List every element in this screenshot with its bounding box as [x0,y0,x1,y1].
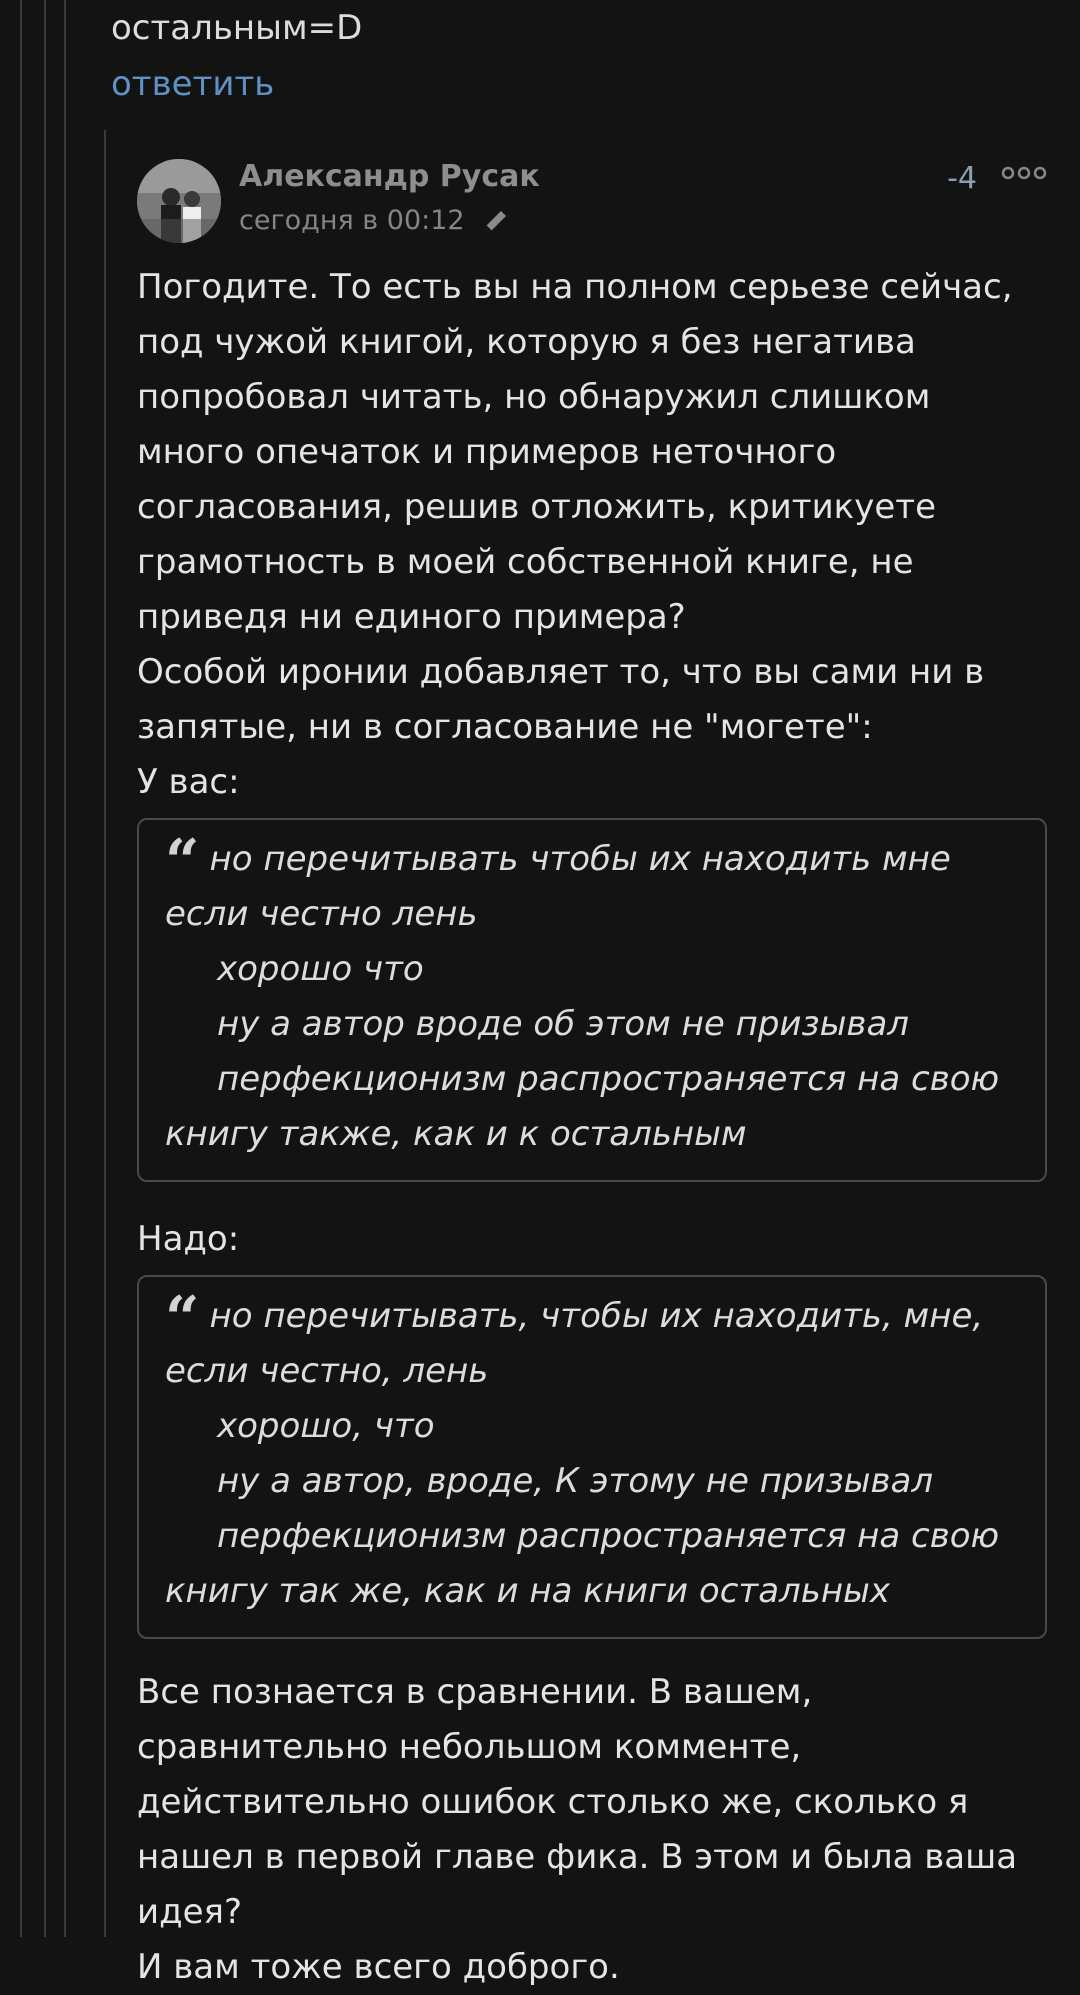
pencil-icon [481,206,511,236]
label-should-be: Надо: [137,1219,240,1259]
author-name[interactable]: Александр Русак [239,159,540,194]
thread-line-1 [20,0,22,1937]
thread-line-2 [44,0,46,1937]
avatar-image [137,159,221,243]
user-avatar[interactable] [137,159,221,243]
quote-line: хорошо что [217,949,424,989]
more-dots-icon[interactable] [1001,163,1047,187]
quote-icon: “ [165,1284,200,1354]
timestamp: сегодня в 00:12 [239,205,465,236]
thread-line-4 [104,130,106,1937]
thread-line-3 [64,0,66,1937]
quote-line: но перечитывать чтобы их находить мне ес… [165,839,951,934]
quote-line: ну а автор вроде об этом не призывал [217,1004,910,1044]
rating-value: -4 [947,161,977,196]
comment-meta: сегодня в 00:12 [239,205,511,236]
quote-icon: “ [165,827,200,897]
label-yours: У вас: [137,762,240,802]
comment-body: Погодите. То есть вы на полном серьезе с… [137,260,1047,1995]
previous-comment-text: остальным=D [111,8,363,48]
quote-block-original: “но перечитывать чтобы их находить мне е… [137,818,1047,1182]
comment-paragraph: И вам тоже всего доброго. [137,1947,620,1987]
reply-link[interactable]: ответить [111,60,274,108]
quote-line: перфекционизм распространяется на свою к… [165,1059,1000,1154]
quote-block-corrected: “но перечитывать, чтобы их находить, мне… [137,1275,1047,1639]
comment-paragraph: Особой иронии добавляет то, что вы сами … [137,652,995,747]
comment-paragraph: Погодите. То есть вы на полном серьезе с… [137,267,1024,637]
quote-line: хорошо, что [217,1406,435,1446]
quote-line: перфекционизм распространяется на свою к… [165,1516,1000,1611]
quote-line: ну а автор, вроде, К этому не призывал [217,1461,934,1501]
quote-line: но перечитывать, чтобы их находить, мне,… [165,1296,984,1391]
comment-paragraph: Все познается в сравнении. В вашем, срав… [137,1672,1028,1932]
